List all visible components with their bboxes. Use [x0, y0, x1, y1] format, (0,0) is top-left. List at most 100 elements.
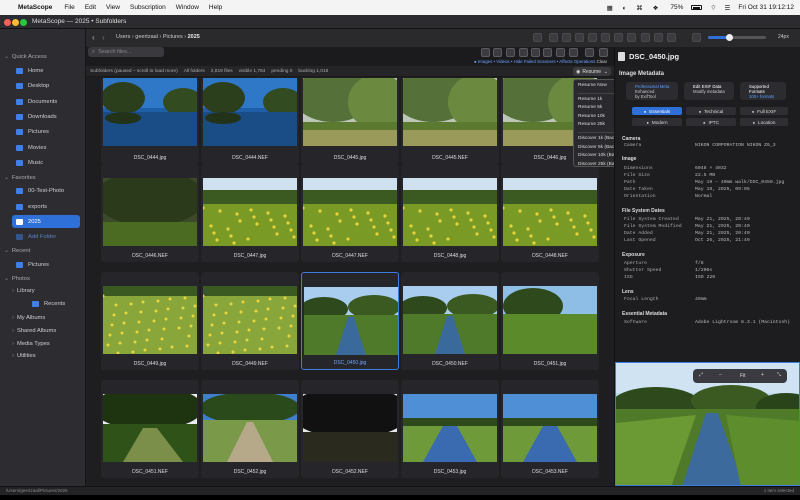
- tab-modern[interactable]: ● Modern: [632, 118, 682, 126]
- lock-icon[interactable]: [562, 33, 571, 42]
- select-all-icon[interactable]: [481, 48, 490, 57]
- settings-icon[interactable]: [692, 33, 701, 42]
- zoom-slider[interactable]: [708, 34, 766, 41]
- battery-label[interactable]: 75%: [670, 4, 683, 11]
- expand-icon[interactable]: ⤡: [777, 372, 781, 378]
- fullscreen-icon[interactable]: ⤢: [699, 372, 703, 378]
- sidebar-item-exports[interactable]: exports: [0, 200, 86, 213]
- thumbnail-cell[interactable]: DSC_0449.NEF: [201, 272, 299, 370]
- thumbnail-cell[interactable]: DSC_0451.NEF: [101, 380, 199, 478]
- tag-icon[interactable]: [549, 33, 558, 42]
- chevron-right-icon[interactable]: ›: [12, 341, 14, 347]
- meta-fs-modified[interactable]: File System Modified May 21, 2025, 20:40: [624, 224, 750, 229]
- sidebar-item-my-albums[interactable]: › My Albums: [0, 311, 86, 324]
- breadcrumb-geertzaal[interactable]: geertzaal: [135, 34, 158, 40]
- thumbnail-cell[interactable]: DSC_0451.jpg: [501, 272, 599, 370]
- chevron-right-icon[interactable]: ›: [12, 315, 14, 321]
- meta-iso[interactable]: ISO ISO 220: [624, 275, 715, 280]
- menu-edit[interactable]: Edit: [85, 4, 96, 11]
- chevron-right-icon[interactable]: ›: [12, 353, 14, 359]
- bookmark-icon[interactable]: [599, 48, 608, 57]
- chevron-down-icon[interactable]: ⌄: [4, 248, 9, 254]
- forward-button[interactable]: ›: [102, 33, 105, 42]
- zoom-fit-button[interactable]: Fit: [740, 373, 746, 379]
- thumbnail-cell[interactable]: DSC_0453.jpg: [401, 380, 499, 478]
- thumbnail-cell[interactable]: DSC_0450.NEF: [401, 272, 499, 370]
- menu-file[interactable]: File: [64, 4, 74, 11]
- sidebar-item-add-folder[interactable]: Add Folder: [0, 230, 86, 243]
- minimize-window-button[interactable]: [12, 19, 19, 26]
- sidebar-item-home[interactable]: Home: [0, 64, 86, 77]
- back-button[interactable]: ‹: [92, 33, 95, 42]
- star-icon[interactable]: [569, 48, 578, 57]
- battery-icon[interactable]: [691, 5, 703, 10]
- card-supported-formats[interactable]: Supported Formats 100+ formats: [740, 82, 786, 100]
- tab-full-exif[interactable]: ● Full EXIF: [740, 107, 788, 115]
- menu-window[interactable]: Window: [176, 4, 199, 11]
- sidebar-section-favorites[interactable]: ⌄ Favorites: [0, 171, 86, 184]
- filter-clear-button[interactable]: Clear: [597, 59, 608, 64]
- sidebar-item-recent-pictures[interactable]: Pictures: [0, 258, 86, 271]
- thumbnail-cell[interactable]: DSC_0444.NEF: [201, 78, 299, 164]
- menu-app[interactable]: MetaScope: [18, 4, 52, 11]
- wifi-icon[interactable]: ⌔: [710, 3, 716, 12]
- menu-help[interactable]: Help: [209, 4, 222, 11]
- status-all-folders[interactable]: All folders: [184, 69, 205, 74]
- meta-orientation[interactable]: Orientation Normal: [624, 194, 712, 199]
- meta-focal-length[interactable]: Focal Length 40mm: [624, 297, 707, 302]
- thumbnail-cell[interactable]: DSC_0452.NEF: [301, 380, 399, 478]
- sidebar-item-desktop[interactable]: Desktop: [0, 79, 86, 92]
- meta-path[interactable]: Path May 19 – 40mm walk/DSC_0450.jpg: [624, 180, 784, 185]
- sidebar-item-music[interactable]: Music: [0, 156, 86, 169]
- list-view-icon[interactable]: [601, 33, 610, 42]
- control-center-icon[interactable]: ☰: [725, 4, 731, 12]
- sidebar-item-movies[interactable]: Movies: [0, 141, 86, 154]
- thumbnail-cell[interactable]: DSC_0446.NEF: [101, 164, 199, 262]
- sidebar-item-recents[interactable]: Recents: [0, 297, 86, 310]
- meta-camera[interactable]: Camera NIKON CORPORATION NIKON Z6_3: [624, 143, 776, 148]
- sidebar-section-recent[interactable]: ⌄ Recent: [0, 244, 86, 257]
- thumbnail-cell[interactable]: DSC_0445.NEF: [401, 78, 499, 164]
- menu-subscription[interactable]: Subscription: [130, 4, 166, 11]
- thumbnail-cell[interactable]: DSC_0449.jpg: [101, 272, 199, 370]
- status-icons[interactable]: ▦ ◐ ⌘ ❖: [607, 4, 663, 12]
- tab-location[interactable]: ● Location: [740, 118, 788, 126]
- zoom-slider-thumb[interactable]: [726, 34, 733, 41]
- columns-icon[interactable]: [641, 33, 650, 42]
- sidebar-section-quick-access[interactable]: ⌄ Quick Access: [0, 50, 86, 63]
- clock[interactable]: Fri Oct 31 19:12:12: [738, 4, 794, 11]
- tab-iptc[interactable]: ● IPTC: [686, 118, 736, 126]
- meta-aperture[interactable]: Aperture f/8: [624, 261, 704, 266]
- chevron-right-icon[interactable]: ›: [12, 328, 14, 334]
- breadcrumb-2025[interactable]: 2025: [188, 34, 200, 40]
- sidebar-item-utilities[interactable]: › Utilities: [0, 349, 86, 362]
- chevron-down-icon[interactable]: ⌄: [4, 54, 9, 60]
- chevron-right-icon[interactable]: ›: [12, 288, 14, 294]
- sidebar-item-shared-albums[interactable]: › Shared Albums: [0, 324, 86, 337]
- tab-technical[interactable]: ● Technical: [686, 107, 736, 115]
- trash-icon[interactable]: [506, 48, 515, 57]
- card-edit-exif[interactable]: Edit EXIF Data Modify metadata: [684, 82, 734, 100]
- pen-icon[interactable]: [575, 33, 584, 42]
- calendar-icon[interactable]: [614, 33, 623, 42]
- close-window-button[interactable]: [4, 19, 11, 26]
- thumbnail-cell[interactable]: DSC_0444.jpg: [101, 78, 199, 164]
- thumbnail-cell[interactable]: DSC_0450.jpg: [301, 272, 399, 370]
- zoom-in-button[interactable]: +: [761, 372, 764, 378]
- thumbnail-cell[interactable]: DSC_0447.jpg: [201, 164, 299, 262]
- breadcrumb-users[interactable]: Users: [116, 34, 130, 40]
- breadcrumb-pictures[interactable]: Pictures: [163, 34, 183, 40]
- sidebar-item-library[interactable]: › Library: [0, 284, 86, 297]
- thumbnail-cell[interactable]: DSC_0453.NEF: [501, 380, 599, 478]
- sidebar-item-pictures[interactable]: Pictures: [0, 125, 86, 138]
- sidebar-item-documents[interactable]: Documents: [0, 95, 86, 108]
- thumbnail-cell[interactable]: DSC_0452.jpg: [201, 380, 299, 478]
- meta-dimensions[interactable]: Dimensions 6048 × 4032: [624, 166, 727, 171]
- sidebar-item-2025[interactable]: 2025: [12, 215, 80, 228]
- meta-date-added[interactable]: Date Added May 21, 2025, 20:40: [624, 231, 750, 236]
- thumbnail-cell[interactable]: DSC_0448.NEF: [501, 164, 599, 262]
- thumbnail-cell[interactable]: DSC_0445.jpg: [301, 78, 399, 164]
- meta-date-taken[interactable]: Date Taken May 19, 2025, 09:05: [624, 187, 750, 192]
- search-field[interactable]: ⌕ Search files...: [88, 47, 164, 57]
- meta-fs-created[interactable]: File System Created May 21, 2025, 20:40: [624, 217, 750, 222]
